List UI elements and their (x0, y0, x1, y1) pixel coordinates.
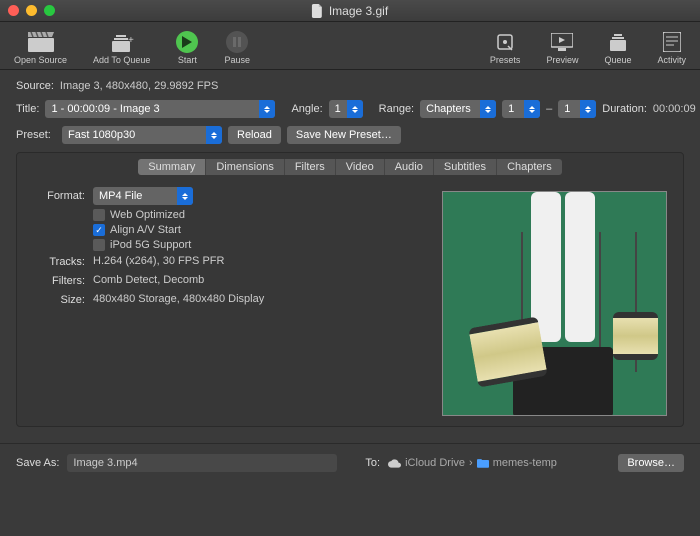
cloud-icon (388, 459, 401, 468)
queue-add-icon: + (110, 30, 134, 54)
chevrons-icon (580, 100, 596, 118)
bottom-bar: Save As: To: iCloud Drive › memes-temp B… (0, 443, 700, 482)
clapperboard-icon (28, 30, 54, 54)
preview-label: Preview (546, 55, 578, 65)
preview-icon (551, 30, 573, 54)
title-select[interactable]: 1 - 00:00:09 - Image 3 (45, 100, 275, 118)
open-source-label: Open Source (14, 55, 67, 65)
zoom-window-button[interactable] (44, 5, 55, 16)
start-button[interactable]: Start (172, 30, 202, 65)
angle-label: Angle: (291, 103, 322, 115)
save-as-input[interactable] (67, 454, 337, 472)
checkbox-icon (93, 209, 105, 221)
tab-summary[interactable]: Summary (138, 159, 206, 175)
activity-label: Activity (657, 55, 686, 65)
preview-button[interactable]: Preview (542, 30, 582, 65)
save-as-label: Save As: (16, 457, 59, 469)
filters-label: Filters: (33, 274, 85, 287)
chevrons-icon (347, 100, 363, 118)
save-new-preset-button[interactable]: Save New Preset… (287, 126, 401, 144)
range-select[interactable]: Chapters (420, 100, 496, 118)
source-label: Source: (16, 80, 54, 92)
browse-button[interactable]: Browse… (618, 454, 684, 472)
tab-video[interactable]: Video (336, 159, 385, 175)
ipod-checkbox[interactable]: iPod 5G Support (93, 239, 422, 251)
format-select[interactable]: MP4 File (93, 187, 193, 205)
activity-icon (663, 30, 681, 54)
pause-label: Pause (224, 55, 250, 65)
main-content: Source: Image 3, 480x480, 29.9892 FPS Ti… (0, 70, 700, 435)
toolbar: Open Source + Add To Queue Start Pause P… (0, 22, 700, 70)
svg-text:+: + (128, 35, 134, 46)
range-label: Range: (379, 103, 414, 115)
presets-icon (495, 30, 515, 54)
format-label: Format: (33, 190, 85, 202)
checkbox-icon (93, 239, 105, 251)
tab-subtitles[interactable]: Subtitles (434, 159, 497, 175)
tabs: Summary Dimensions Filters Video Audio S… (17, 153, 683, 181)
chevrons-icon (480, 100, 496, 118)
preset-select[interactable]: Fast 1080p30 (62, 126, 222, 144)
tracks-label: Tracks: (33, 255, 85, 268)
add-to-queue-button[interactable]: + Add To Queue (89, 30, 154, 65)
queue-label: Queue (604, 55, 631, 65)
window-title-text: Image 3.gif (329, 4, 388, 18)
pause-icon (226, 31, 248, 53)
titlebar: Image 3.gif (0, 0, 700, 22)
presets-button[interactable]: Presets (486, 30, 525, 65)
reload-button[interactable]: Reload (228, 126, 281, 144)
path-segment: iCloud Drive (405, 457, 465, 469)
tab-filters[interactable]: Filters (285, 159, 336, 175)
window-title: Image 3.gif (312, 4, 388, 18)
close-window-button[interactable] (8, 5, 19, 16)
queue-button[interactable]: Queue (600, 30, 635, 65)
pause-button[interactable]: Pause (220, 30, 254, 65)
source-value: Image 3, 480x480, 29.9892 FPS (60, 80, 218, 92)
presets-label: Presets (490, 55, 521, 65)
tab-dimensions[interactable]: Dimensions (206, 159, 284, 175)
to-label: To: (365, 457, 380, 469)
activity-button[interactable]: Activity (653, 30, 690, 65)
add-to-queue-label: Add To Queue (93, 55, 150, 65)
range-from-select[interactable]: 1 (502, 100, 540, 118)
size-label: Size: (33, 293, 85, 306)
angle-select[interactable]: 1 (329, 100, 363, 118)
tab-chapters[interactable]: Chapters (497, 159, 562, 175)
minimize-window-button[interactable] (26, 5, 37, 16)
queue-icon (607, 30, 629, 54)
open-source-button[interactable]: Open Source (10, 30, 71, 65)
chevrons-icon (524, 100, 540, 118)
tab-audio[interactable]: Audio (385, 159, 434, 175)
chevrons-icon (177, 187, 193, 205)
preview-thumbnail (442, 191, 667, 416)
align-av-checkbox[interactable]: Align A/V Start (93, 224, 422, 236)
destination-path[interactable]: iCloud Drive › memes-temp (388, 457, 557, 469)
range-separator: – (546, 103, 552, 115)
start-label: Start (178, 55, 197, 65)
document-icon (312, 4, 324, 18)
settings-panel: Summary Dimensions Filters Video Audio S… (16, 152, 684, 427)
chevrons-icon (259, 100, 275, 118)
tracks-value: H.264 (x264), 30 FPS PFR (93, 255, 224, 268)
chevron-right-icon: › (469, 457, 473, 469)
duration-label: Duration: (602, 103, 647, 115)
play-icon (176, 31, 198, 53)
path-segment: memes-temp (493, 457, 557, 469)
title-label: Title: (16, 103, 39, 115)
checkbox-checked-icon (93, 224, 105, 236)
duration-value: 00:00:09 (653, 103, 696, 115)
filters-value: Comb Detect, Decomb (93, 274, 204, 287)
range-to-select[interactable]: 1 (558, 100, 596, 118)
web-optimized-checkbox[interactable]: Web Optimized (93, 209, 422, 221)
window-controls (8, 5, 55, 16)
folder-icon (477, 458, 489, 468)
preset-label: Preset: (16, 129, 56, 141)
chevrons-icon (206, 126, 222, 144)
size-value: 480x480 Storage, 480x480 Display (93, 293, 264, 306)
